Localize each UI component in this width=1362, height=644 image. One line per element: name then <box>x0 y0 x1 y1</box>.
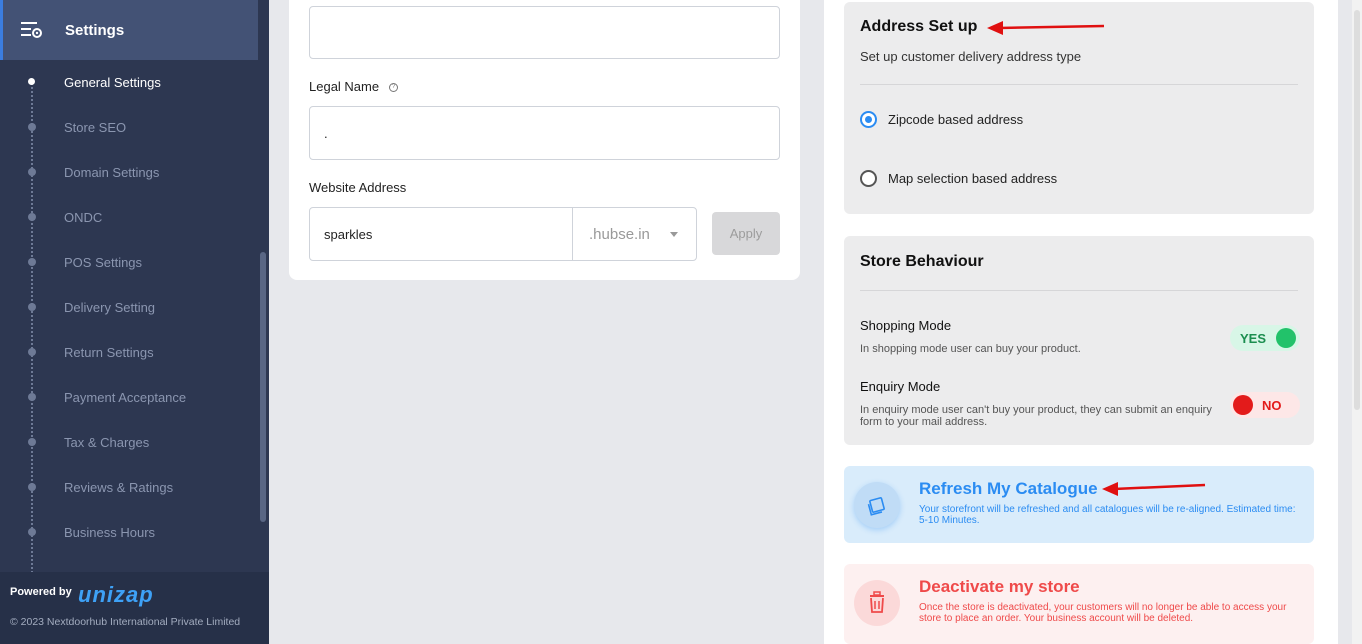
info-icon[interactable]: ? <box>389 83 399 93</box>
deactivate-store-title: Deactivate my store <box>919 577 1080 596</box>
radio-label: Map selection based address <box>888 171 1058 186</box>
sidebar-item-return-settings[interactable]: Return Settings <box>0 330 258 375</box>
divider <box>860 290 1298 291</box>
bullet-icon <box>28 438 36 446</box>
refresh-catalogue-icon <box>854 482 900 528</box>
sidebar-item-label: ONDC <box>64 210 103 225</box>
store-behaviour-panel: Store Behaviour Shopping Mode In shoppin… <box>844 236 1314 445</box>
radio-unselected-icon <box>860 170 877 187</box>
sidebar-item-label: Delivery Setting <box>64 300 156 315</box>
shopping-mode-desc: In shopping mode user can buy your produ… <box>860 343 1081 355</box>
legal-name-input[interactable]: . <box>309 106 780 160</box>
refresh-catalogue-title: Refresh My Catalogue <box>919 479 1098 498</box>
refresh-catalogue-card[interactable]: Refresh My Catalogue Your storefront wil… <box>844 466 1314 543</box>
trash-icon <box>854 580 900 626</box>
business-details-card: Legal Name? . Website Address sparkles .… <box>289 0 800 280</box>
sidebar-item-business-hours[interactable]: Business Hours <box>0 510 258 555</box>
sidebar-header[interactable]: Settings <box>0 0 258 60</box>
annotation-arrow-icon <box>987 21 1105 35</box>
enquiry-mode-title: Enquiry Mode <box>860 379 941 394</box>
bullet-icon <box>28 528 36 536</box>
radio-label: Zipcode based address <box>888 112 1024 127</box>
address-setup-title: Address Set up <box>860 18 978 35</box>
toggle-state-label: YES <box>1240 330 1267 346</box>
sidebar-item-label: Return Settings <box>64 345 154 360</box>
sidebar-footer: Powered by unizap © 2023 Nextdoorhub Int… <box>0 572 269 644</box>
sidebar-title: Settings <box>65 21 125 39</box>
bullet-icon <box>28 123 36 131</box>
annotation-arrow-icon <box>1102 482 1206 496</box>
sidebar-item-label: POS Settings <box>64 255 143 270</box>
sidebar-item-label: Payment Acceptance <box>64 390 187 405</box>
apply-button[interactable]: Apply <box>712 212 780 255</box>
copyright-text: © 2023 Nextdoorhub International Private… <box>10 616 241 628</box>
top-text-input[interactable] <box>309 6 780 59</box>
sidebar-item-label: Reviews & Ratings <box>64 480 174 495</box>
sidebar-item-ondc[interactable]: ONDC <box>0 195 258 240</box>
brand-logo: unizap <box>78 582 154 607</box>
website-address-label: Website Address <box>309 180 407 195</box>
toggle-knob <box>1276 328 1296 348</box>
sidebar-item-delivery-setting[interactable]: Delivery Setting <box>0 285 258 330</box>
sidebar-item-label: Store SEO <box>64 120 127 135</box>
address-setup-subtitle: Set up customer delivery address type <box>860 49 1082 64</box>
enquiry-mode-desc: In enquiry mode user can't buy your prod… <box>860 404 1212 428</box>
legal-name-label: Legal Name? <box>309 79 399 94</box>
bullet-icon <box>28 303 36 311</box>
sidebar-item-label: Domain Settings <box>64 165 160 180</box>
sidebar-item-payment-acceptance[interactable]: Payment Acceptance <box>0 375 258 420</box>
deactivate-store-card[interactable]: Deactivate my store Once the store is de… <box>844 564 1314 644</box>
bullet-icon <box>28 168 36 176</box>
deactivate-store-desc: Once the store is deactivated, your cust… <box>919 602 1287 624</box>
shopping-mode-title: Shopping Mode <box>860 318 952 333</box>
powered-by-label: Powered by <box>10 586 72 598</box>
sidebar-item-tax-charges[interactable]: Tax & Charges <box>0 420 258 465</box>
toggle-state-label: NO <box>1262 397 1282 413</box>
legal-name-label-text: Legal Name <box>309 79 380 94</box>
enquiry-mode-toggle[interactable]: NO <box>1230 392 1300 418</box>
bullet-icon <box>28 348 36 356</box>
radio-map-selection-address[interactable]: Map selection based address <box>860 170 1057 187</box>
sidebar: Settings General Settings Store SEO Doma… <box>0 0 269 644</box>
sidebar-item-store-seo[interactable]: Store SEO <box>0 105 258 150</box>
sidebar-item-label: Business Hours <box>64 525 156 540</box>
bullet-icon <box>28 213 36 221</box>
settings-list-icon <box>21 21 43 39</box>
sidebar-item-reviews-ratings[interactable]: Reviews & Ratings <box>0 465 258 510</box>
toggle-knob <box>1233 395 1253 415</box>
shopping-mode-toggle[interactable]: YES <box>1230 325 1300 351</box>
page-scrollbar[interactable] <box>1352 0 1362 644</box>
bullet-icon <box>28 78 35 85</box>
chevron-down-icon <box>670 232 678 237</box>
radio-selected-icon <box>860 111 877 128</box>
sidebar-item-domain-settings[interactable]: Domain Settings <box>0 150 258 195</box>
bullet-icon <box>28 258 36 266</box>
settings-nav: General Settings Store SEO Domain Settin… <box>0 60 258 580</box>
store-behaviour-title: Store Behaviour <box>860 253 984 270</box>
scrollbar-thumb[interactable] <box>1354 10 1360 410</box>
bullet-icon <box>28 483 36 491</box>
radio-zipcode-address[interactable]: Zipcode based address <box>860 111 1023 128</box>
website-subdomain-input[interactable]: sparkles <box>309 207 573 261</box>
bullet-icon <box>28 393 36 401</box>
sidebar-item-label: Tax & Charges <box>64 435 150 450</box>
refresh-catalogue-desc: Your storefront will be refreshed and al… <box>919 504 1296 526</box>
sidebar-item-general-settings[interactable]: General Settings <box>0 60 258 105</box>
sidebar-item-pos-settings[interactable]: POS Settings <box>0 240 258 285</box>
domain-suffix-select[interactable]: .hubse.in <box>572 207 697 261</box>
sidebar-item-label: General Settings <box>64 75 161 90</box>
divider <box>860 84 1298 85</box>
sidebar-scrollbar[interactable] <box>260 252 266 522</box>
domain-suffix-value: .hubse.in <box>589 225 650 243</box>
